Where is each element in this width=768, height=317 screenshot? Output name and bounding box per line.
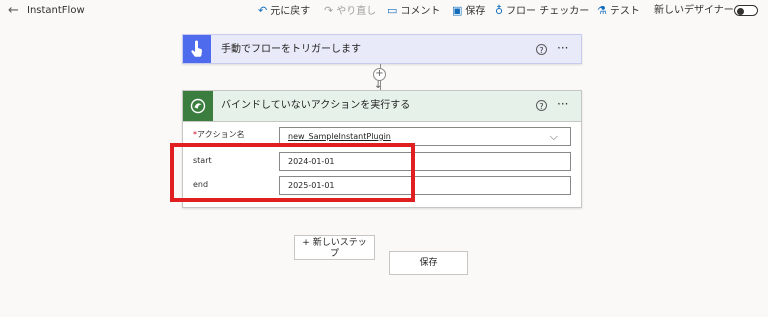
- toggle-knob: [737, 7, 744, 15]
- undo-icon: ↶: [258, 4, 268, 17]
- flow-checker-button[interactable]: ♁ フロー チェッカー: [495, 4, 589, 19]
- hand-touch-icon: [183, 35, 211, 63]
- test-button[interactable]: ⚗ テスト: [597, 4, 640, 19]
- more-options-icon[interactable]: ···: [557, 98, 568, 110]
- redo-button[interactable]: ↷ やり直し: [324, 4, 376, 19]
- comment-button[interactable]: ▭ コメント: [387, 4, 440, 19]
- action-name-label: *アクション名: [193, 130, 245, 139]
- help-icon[interactable]: ?: [536, 100, 547, 111]
- trigger-title: 手動でフローをトリガーします: [221, 44, 361, 55]
- dataverse-icon: [183, 91, 213, 121]
- flask-icon: ⚗: [597, 4, 607, 17]
- help-icon[interactable]: ?: [536, 44, 547, 55]
- redo-icon: ↷: [324, 4, 334, 17]
- command-bar: ← InstantFlow ↶ 元に戻す ↷ やり直し ▭ コメント ▣ 保存 ♁ フロー…: [0, 0, 768, 24]
- action-name-value: new_SampleInstantPlugin: [288, 132, 391, 141]
- more-options-icon[interactable]: ···: [557, 42, 568, 54]
- action-title: バインドしていないアクションを実行する: [221, 100, 411, 111]
- undo-button[interactable]: ↶ 元に戻す: [258, 4, 310, 19]
- flow-name: InstantFlow: [27, 5, 85, 16]
- new-designer-label: 新しいデザイナー: [654, 5, 734, 16]
- save-command-button[interactable]: ▣ 保存: [452, 4, 485, 19]
- new-designer-toggle[interactable]: [734, 5, 758, 16]
- action-card-header[interactable]: バインドしていないアクションを実行する ? ···: [183, 91, 581, 122]
- comment-icon: ▭: [387, 4, 398, 17]
- trigger-card[interactable]: 手動でフローをトリガーします ? ···: [182, 34, 582, 64]
- new-step-button[interactable]: + 新しいステッ プ: [294, 235, 375, 260]
- save-icon: ▣: [452, 4, 463, 17]
- highlight-box: [170, 143, 415, 202]
- back-arrow-icon[interactable]: ←: [8, 3, 19, 19]
- save-button[interactable]: 保存: [389, 251, 468, 275]
- stethoscope-icon: ♁: [495, 4, 504, 17]
- chevron-down-icon: ⌵: [549, 130, 558, 143]
